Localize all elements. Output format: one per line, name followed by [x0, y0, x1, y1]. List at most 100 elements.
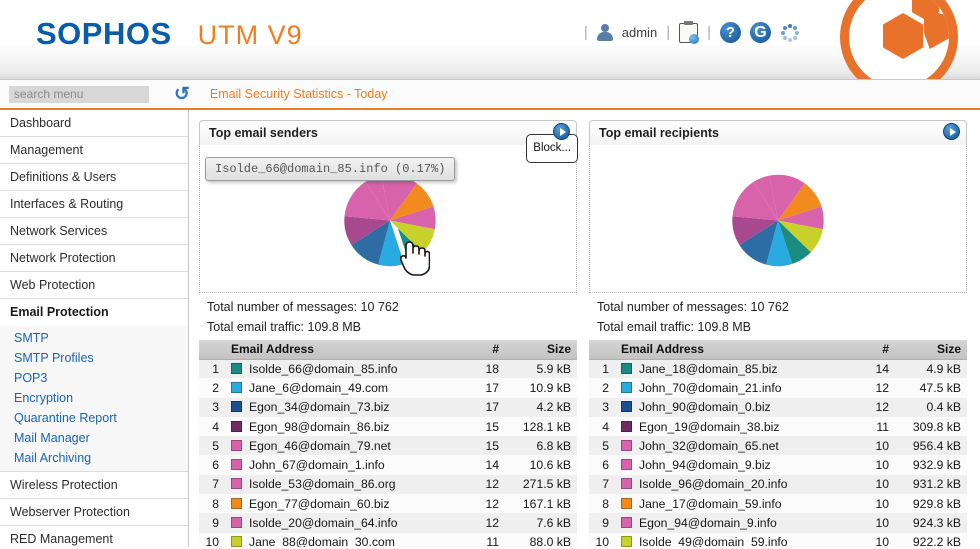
sidebar-item-wireless-protection[interactable]: Wireless Protection	[0, 472, 188, 499]
cell-rank: 4	[199, 416, 225, 437]
sidebar-subitem-mail-manager[interactable]: Mail Manager	[0, 428, 188, 448]
cell-count: 12	[461, 513, 505, 533]
cell-rank: 2	[589, 378, 615, 398]
table-row[interactable]: 2 Jane_6@domain_49.com 17 10.9 kB	[199, 378, 577, 398]
table-row[interactable]: 9 Isolde_20@domain_64.info 12 7.6 kB	[199, 513, 577, 533]
series-color-swatch	[231, 478, 242, 490]
cell-rank: 8	[589, 494, 615, 514]
sidebar-subitem-mail-archiving[interactable]: Mail Archiving	[0, 448, 188, 468]
series-color-swatch	[231, 536, 242, 547]
cell-email-address: John_94@domain_9.biz	[615, 455, 851, 475]
sidebar-subitem-smtp-profiles[interactable]: SMTP Profiles	[0, 348, 188, 368]
panel-header: Top email senders Block...	[199, 120, 578, 163]
cell-rank: 3	[199, 397, 225, 417]
table-row[interactable]: 2 John_70@domain_21.info 12 47.5 kB	[589, 378, 967, 398]
cell-email-address: Egon_77@domain_60.biz	[225, 494, 461, 514]
col-size: Size	[895, 340, 967, 360]
sophos-wordmark: SOPHOS	[36, 16, 172, 51]
sidebar-item-webserver-protection[interactable]: Webserver Protection	[0, 499, 188, 526]
sidebar-subitem-smtp[interactable]: SMTP	[0, 328, 188, 348]
search-input[interactable]	[9, 85, 149, 103]
toolbar: ↻ Email Security Statistics - Today	[0, 80, 980, 110]
brand: SOPHOS UTM V9	[36, 16, 303, 52]
table-row[interactable]: 8 Jane_17@domain_59.info 10 929.8 kB	[589, 494, 967, 514]
cell-count: 12	[851, 397, 895, 417]
table-row[interactable]: 5 Egon_46@domain_79.net 15 6.8 kB	[199, 436, 577, 456]
table-row[interactable]: 3 Egon_34@domain_73.biz 17 4.2 kB	[199, 397, 577, 417]
table-row[interactable]: 10 Jane_88@domain_30.com 11 88.0 kB	[199, 532, 577, 547]
panel-totals: Total number of messages: 10 762 Total e…	[199, 293, 577, 334]
table-row[interactable]: 7 Isolde_96@domain_20.info 10 931.2 kB	[589, 474, 967, 495]
table-row[interactable]: 6 John_67@domain_1.info 14 10.6 kB	[199, 455, 577, 475]
table-row[interactable]: 7 Isolde_53@domain_86.org 12 271.5 kB	[199, 474, 577, 495]
sidebar-subitem-quarantine-report[interactable]: Quarantine Report	[0, 408, 188, 428]
pie-chart-recipients[interactable]	[589, 145, 967, 293]
cell-count: 10	[851, 513, 895, 533]
table-row[interactable]: 6 John_94@domain_9.biz 10 932.9 kB	[589, 455, 967, 475]
table-row[interactable]: 1 Isolde_66@domain_85.info 18 5.9 kB	[199, 359, 577, 379]
table-row[interactable]: 4 Egon_19@domain_38.biz 11 309.8 kB	[589, 416, 967, 437]
expand-arrow-icon[interactable]	[943, 123, 960, 140]
series-color-swatch	[621, 381, 632, 393]
current-user-label: admin	[621, 25, 658, 40]
series-color-swatch	[231, 439, 242, 451]
series-color-swatch	[231, 459, 242, 471]
cell-email-address: John_32@domain_65.net	[615, 436, 851, 456]
reload-arrow-icon[interactable]: ↻	[174, 84, 190, 105]
sidebar-item-dashboard[interactable]: Dashboard	[0, 110, 188, 137]
sidebar-item-email-protection[interactable]: Email Protection	[0, 299, 188, 326]
table-row[interactable]: 5 John_32@domain_65.net 10 956.4 kB	[589, 436, 967, 456]
cell-rank: 7	[199, 474, 225, 495]
spinner-icon	[780, 23, 800, 43]
sidebar-submenu-email-protection: SMTP SMTP Profiles POP3 Encryption Quara…	[0, 326, 188, 472]
cell-count: 17	[461, 397, 505, 417]
product-name: UTM V9	[197, 20, 303, 50]
sidebar-item-interfaces-routing[interactable]: Interfaces & Routing	[0, 191, 188, 218]
table-row[interactable]: 4 Egon_98@domain_86.biz 15 128.1 kB	[199, 416, 577, 437]
sidebar-item-definitions-users[interactable]: Definitions & Users	[0, 164, 188, 191]
reload-icon[interactable]: G	[750, 22, 771, 43]
cell-size: 932.9 kB	[895, 455, 967, 475]
cell-count: 10	[851, 436, 895, 456]
table-row[interactable]: 3 John_90@domain_0.biz 12 0.4 kB	[589, 397, 967, 417]
sidebar-subitem-encryption[interactable]: Encryption	[0, 388, 188, 408]
col-rank	[199, 340, 225, 360]
cell-count: 11	[851, 416, 895, 437]
cell-rank: 5	[199, 436, 225, 456]
panel-header: Top email recipients	[589, 120, 967, 147]
breadcrumb: Email Security Statistics - Today	[209, 87, 388, 101]
cell-rank: 10	[589, 532, 615, 547]
sidebar-item-network-protection[interactable]: Network Protection	[0, 245, 188, 272]
cell-size: 6.8 kB	[505, 436, 577, 456]
col-rank	[589, 340, 615, 360]
sidebar-item-management[interactable]: Management	[0, 137, 188, 164]
cell-rank: 3	[589, 397, 615, 417]
clipboard-search-icon[interactable]	[679, 20, 700, 44]
table-row[interactable]: 9 Egon_94@domain_9.info 10 924.3 kB	[589, 513, 967, 533]
sidebar-item-network-services[interactable]: Network Services	[0, 218, 188, 245]
pie-chart-senders[interactable]: Isolde_66@domain_85.info (0.17%)	[199, 145, 577, 293]
table-row[interactable]: 1 Jane_18@domain_85.biz 14 4.9 kB	[589, 359, 967, 379]
expand-arrow-icon[interactable]	[553, 123, 570, 140]
table-header-row: Email Address # Size	[199, 340, 577, 360]
panel-top-email-recipients: Top email recipients Total number of mes…	[589, 120, 967, 547]
cell-size: 10.6 kB	[505, 455, 577, 475]
cell-rank: 6	[589, 455, 615, 475]
help-icon[interactable]: ?	[720, 22, 741, 43]
cell-count: 12	[461, 494, 505, 514]
body: Dashboard Management Definitions & Users…	[0, 110, 980, 547]
cell-email-address: Jane_17@domain_59.info	[615, 494, 851, 514]
series-color-swatch	[621, 459, 632, 471]
cell-count: 10	[851, 474, 895, 495]
separator: |	[583, 24, 588, 41]
cell-email-address: John_70@domain_21.info	[615, 378, 851, 398]
sidebar-subitem-pop3[interactable]: POP3	[0, 368, 188, 388]
cell-email-address: Isolde_66@domain_85.info	[225, 359, 461, 379]
panel-top-email-senders: Top email senders Block... Isolde_66@dom…	[199, 120, 578, 547]
cell-email-address: Isolde_96@domain_20.info	[615, 474, 851, 495]
sidebar-item-red-management[interactable]: RED Management	[0, 526, 188, 547]
table-row[interactable]: 8 Egon_77@domain_60.biz 12 167.1 kB	[199, 494, 577, 514]
cell-rank: 9	[199, 513, 225, 533]
table-row[interactable]: 10 Isolde_49@domain_59.info 10 922.2 kB	[589, 532, 967, 547]
sidebar-item-web-protection[interactable]: Web Protection	[0, 272, 188, 299]
